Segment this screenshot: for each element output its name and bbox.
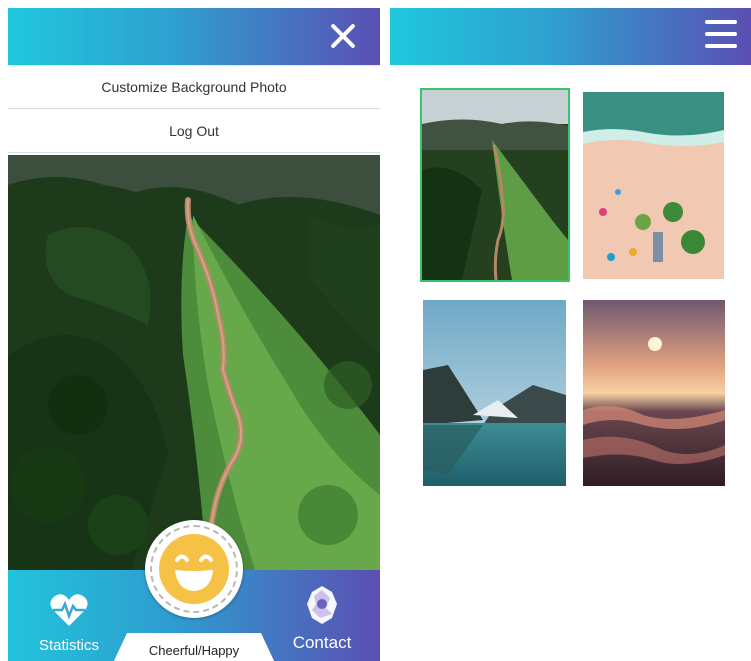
mood-label: Cheerful/Happy <box>148 643 240 658</box>
happy-face-icon <box>159 534 229 604</box>
statistics-button[interactable]: Statistics <box>26 592 112 654</box>
customize-background-label: Customize Background Photo <box>101 79 287 95</box>
close-icon[interactable] <box>328 21 358 51</box>
background-photo <box>8 155 380 580</box>
hamburger-menu-icon[interactable] <box>705 20 737 48</box>
top-bar <box>390 8 751 65</box>
photo-thumbnail-beach-aerial[interactable] <box>583 92 724 279</box>
contact-button[interactable]: Contact <box>282 584 362 653</box>
contact-label: Contact <box>292 633 352 652</box>
photo-picker-screen <box>390 8 751 661</box>
customize-background-button[interactable]: Customize Background Photo <box>8 65 380 109</box>
heart-pulse-icon <box>49 594 89 632</box>
log-out-button[interactable]: Log Out <box>8 109 380 153</box>
mood-tab: Cheerful/Happy <box>113 633 275 661</box>
top-bar <box>8 8 380 65</box>
photo-thumbnail-mountain-trail[interactable] <box>420 88 570 282</box>
main-screen: Customize Background Photo Log Out Stati… <box>8 8 380 661</box>
contact-icon <box>302 586 342 630</box>
photo-thumbnail-mountain-lake[interactable] <box>423 300 566 486</box>
statistics-label: Statistics <box>38 637 99 654</box>
mood-selector-dial[interactable] <box>145 520 243 618</box>
log-out-label: Log Out <box>169 122 219 139</box>
photo-thumbnail-sunset-sea[interactable] <box>583 300 725 486</box>
